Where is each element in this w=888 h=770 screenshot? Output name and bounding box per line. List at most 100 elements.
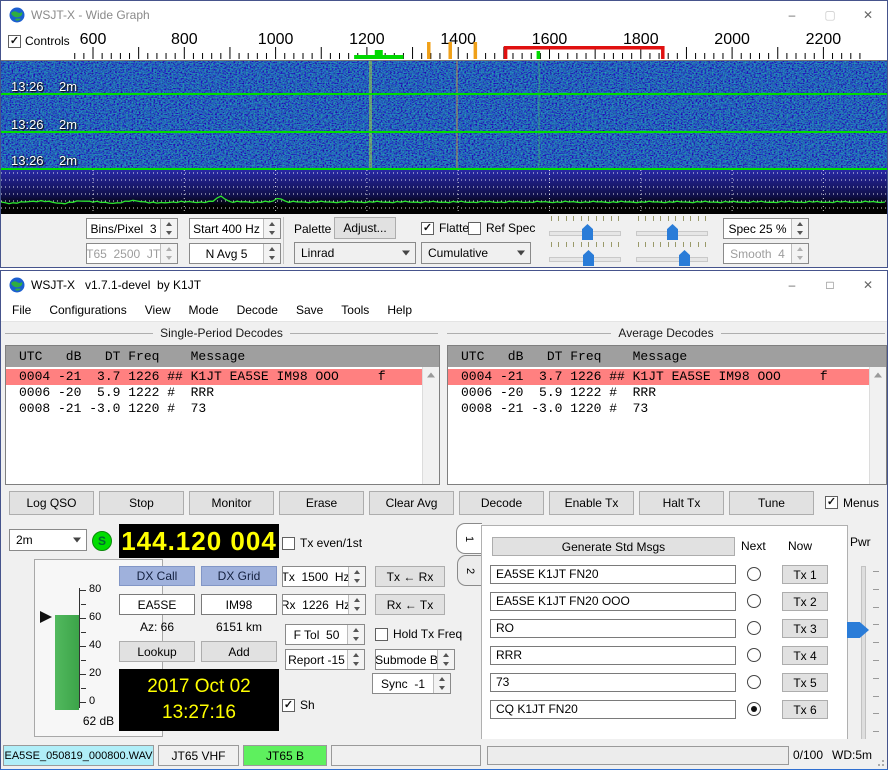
gain-slider-2[interactable] [636,216,708,241]
menu-item-mode[interactable]: Mode [180,300,228,320]
erase-button[interactable]: Erase [279,491,364,515]
clear-avg-button[interactable]: Clear Avg [369,491,454,515]
tx-message-field-2[interactable]: EA5SE K1JT FN20 OOO [490,592,736,611]
menu-item-help[interactable]: Help [378,300,421,320]
stop-button[interactable]: Stop [99,491,184,515]
decode-row[interactable]: 0004 -21 3.7 1226 ## K1JT EA5SE IM98 OOO… [6,369,423,385]
rx-freq-spinner[interactable]: Rx 1226 Hz [282,594,366,615]
next-radio-5[interactable] [747,675,761,689]
next-radio-4[interactable] [747,648,761,662]
dx-grid-button[interactable]: DX Grid [201,566,277,586]
scrollbar[interactable] [422,367,439,484]
f-tol-spinner[interactable]: F Tol 50 [285,624,365,645]
next-radio-1[interactable] [747,567,761,581]
close-icon[interactable]: ✕ [849,271,887,298]
decode-row[interactable]: 0006 -20 5.9 1222 # RRR [6,385,423,401]
checkbox-box[interactable]: ✓ [825,496,838,509]
tx2-now-button[interactable]: Tx 2 [782,592,828,611]
next-radio-3[interactable] [747,621,761,635]
curve-combo[interactable]: Cumulative [421,242,531,264]
tx-message-field-4[interactable]: RRR [490,646,736,665]
tx-message-field-5[interactable]: 73 [490,673,736,692]
tx5-now-button[interactable]: Tx 5 [782,673,828,692]
tx-from-rx-button[interactable]: Tx ← Rx [375,566,445,587]
maximize-icon[interactable]: □ [811,271,849,298]
resize-grip[interactable] [874,756,884,766]
scrollbar[interactable] [869,367,886,484]
tune-button[interactable]: Tune [729,491,814,515]
next-radio-2[interactable] [747,594,761,608]
menu-item-tools[interactable]: Tools [332,300,378,320]
tx-message-field-6[interactable]: CQ K1JT FN20 [490,700,736,719]
spectrum-display[interactable] [1,168,887,214]
tx3-now-button[interactable]: Tx 3 [782,619,828,638]
adjust-button[interactable]: Adjust... [334,217,396,239]
menu-item-save[interactable]: Save [287,300,332,320]
slider-handle[interactable] [582,224,593,240]
rx-from-tx-button[interactable]: Rx ← Tx [375,594,445,615]
gain-slider-3[interactable] [549,242,621,267]
gain-slider-4[interactable] [636,242,708,267]
maximize-icon[interactable]: ▢ [811,1,849,28]
hold-tx-freq-checkbox[interactable]: Hold Tx Freq [375,627,462,641]
menu-item-decode[interactable]: Decode [228,300,287,320]
tx6-now-button[interactable]: Tx 6 [782,700,828,719]
slider-handle[interactable] [583,250,594,266]
close-icon[interactable]: ✕ [849,1,887,28]
tx4-now-button[interactable]: Tx 4 [782,646,828,665]
tx1-now-button[interactable]: Tx 1 [782,565,828,584]
tx-message-field-3[interactable]: RO [490,619,736,638]
waterfall-display[interactable]: 13:262m13:262m13:262m [1,61,887,168]
spec-spinner[interactable]: Spec 25 % [723,218,809,239]
frequency-scale[interactable]: 6008001000120014001600180020002200 ✓ Con… [1,28,887,61]
sh-checkbox[interactable]: ✓ Sh [282,698,315,712]
enable-tx-button[interactable]: Enable Tx [549,491,634,515]
next-radio-6[interactable] [747,702,761,716]
gain-slider-1[interactable] [549,216,621,241]
lookup-button[interactable]: Lookup [119,641,195,662]
decode-row[interactable]: 0004 -21 3.7 1226 ## K1JT EA5SE IM98 OOO… [448,369,870,385]
band-combo[interactable]: 2m [9,529,87,551]
tx-freq-spinner[interactable]: Tx 1500 Hz [282,566,366,587]
menus-checkbox[interactable]: ✓Menus [825,496,879,510]
bins-pixel-spinner[interactable]: Bins/Pixel 3 [86,218,178,239]
menu-item-view[interactable]: View [136,300,180,320]
palette-combo[interactable]: Linrad [294,242,416,264]
menu-item-file[interactable]: File [3,300,40,320]
submode-spinner[interactable]: Submode B [375,649,455,670]
decode-row[interactable]: 0008 -21 -3.0 1220 # 73 [6,401,423,417]
decode-row[interactable]: 0006 -20 5.9 1222 # RRR [448,385,870,401]
minimize-icon[interactable]: – [773,1,811,28]
scroll-up-icon[interactable] [423,369,439,381]
single-period-decodes-panel[interactable]: UTC dB DT Freq Message 0004 -21 3.7 1226… [5,345,440,485]
monitor-button[interactable]: Monitor [189,491,274,515]
dx-call-button[interactable]: DX Call [119,566,195,586]
slider-track[interactable] [636,257,708,262]
pwr-slider-track[interactable] [861,566,866,745]
menu-item-configurations[interactable]: Configurations [40,300,135,320]
n-avg-spinner[interactable]: N Avg 5 [189,243,281,264]
tab-2[interactable]: 2 [457,555,482,586]
decode-button[interactable]: Decode [459,491,544,515]
dx-grid-field[interactable]: IM98 [201,594,277,615]
halt-tx-button[interactable]: Halt Tx [639,491,724,515]
log-qso-button[interactable]: Log QSO [9,491,94,515]
report-spinner[interactable]: Report -15 [285,649,365,670]
controls-checkbox[interactable]: ✓ Controls [4,33,74,49]
sync-spinner[interactable]: Sync -1 [372,673,451,694]
dx-call-field[interactable]: EA5SE [119,594,195,615]
generate-std-msgs-button[interactable]: Generate Std Msgs [492,537,735,556]
start-hz-spinner[interactable]: Start 400 Hz [189,218,281,239]
tx-even-checkbox[interactable]: Tx even/1st [282,536,362,550]
scroll-up-icon[interactable] [870,369,886,381]
add-button[interactable]: Add [201,641,277,662]
tx-message-field-1[interactable]: EA5SE K1JT FN20 [490,565,736,584]
slider-handle[interactable] [679,250,690,266]
average-decodes-panel[interactable]: UTC dB DT Freq Message 0004 -21 3.7 1226… [447,345,887,485]
decode-row[interactable]: 0008 -21 -3.0 1220 # 73 [448,401,870,417]
tab-1[interactable]: 1 [456,523,482,554]
checkbox-box[interactable]: ✓ [8,35,21,48]
ref-spec-checkbox[interactable]: Ref Spec [468,221,535,235]
minimize-icon[interactable]: – [773,271,811,298]
slider-handle[interactable] [667,224,678,240]
